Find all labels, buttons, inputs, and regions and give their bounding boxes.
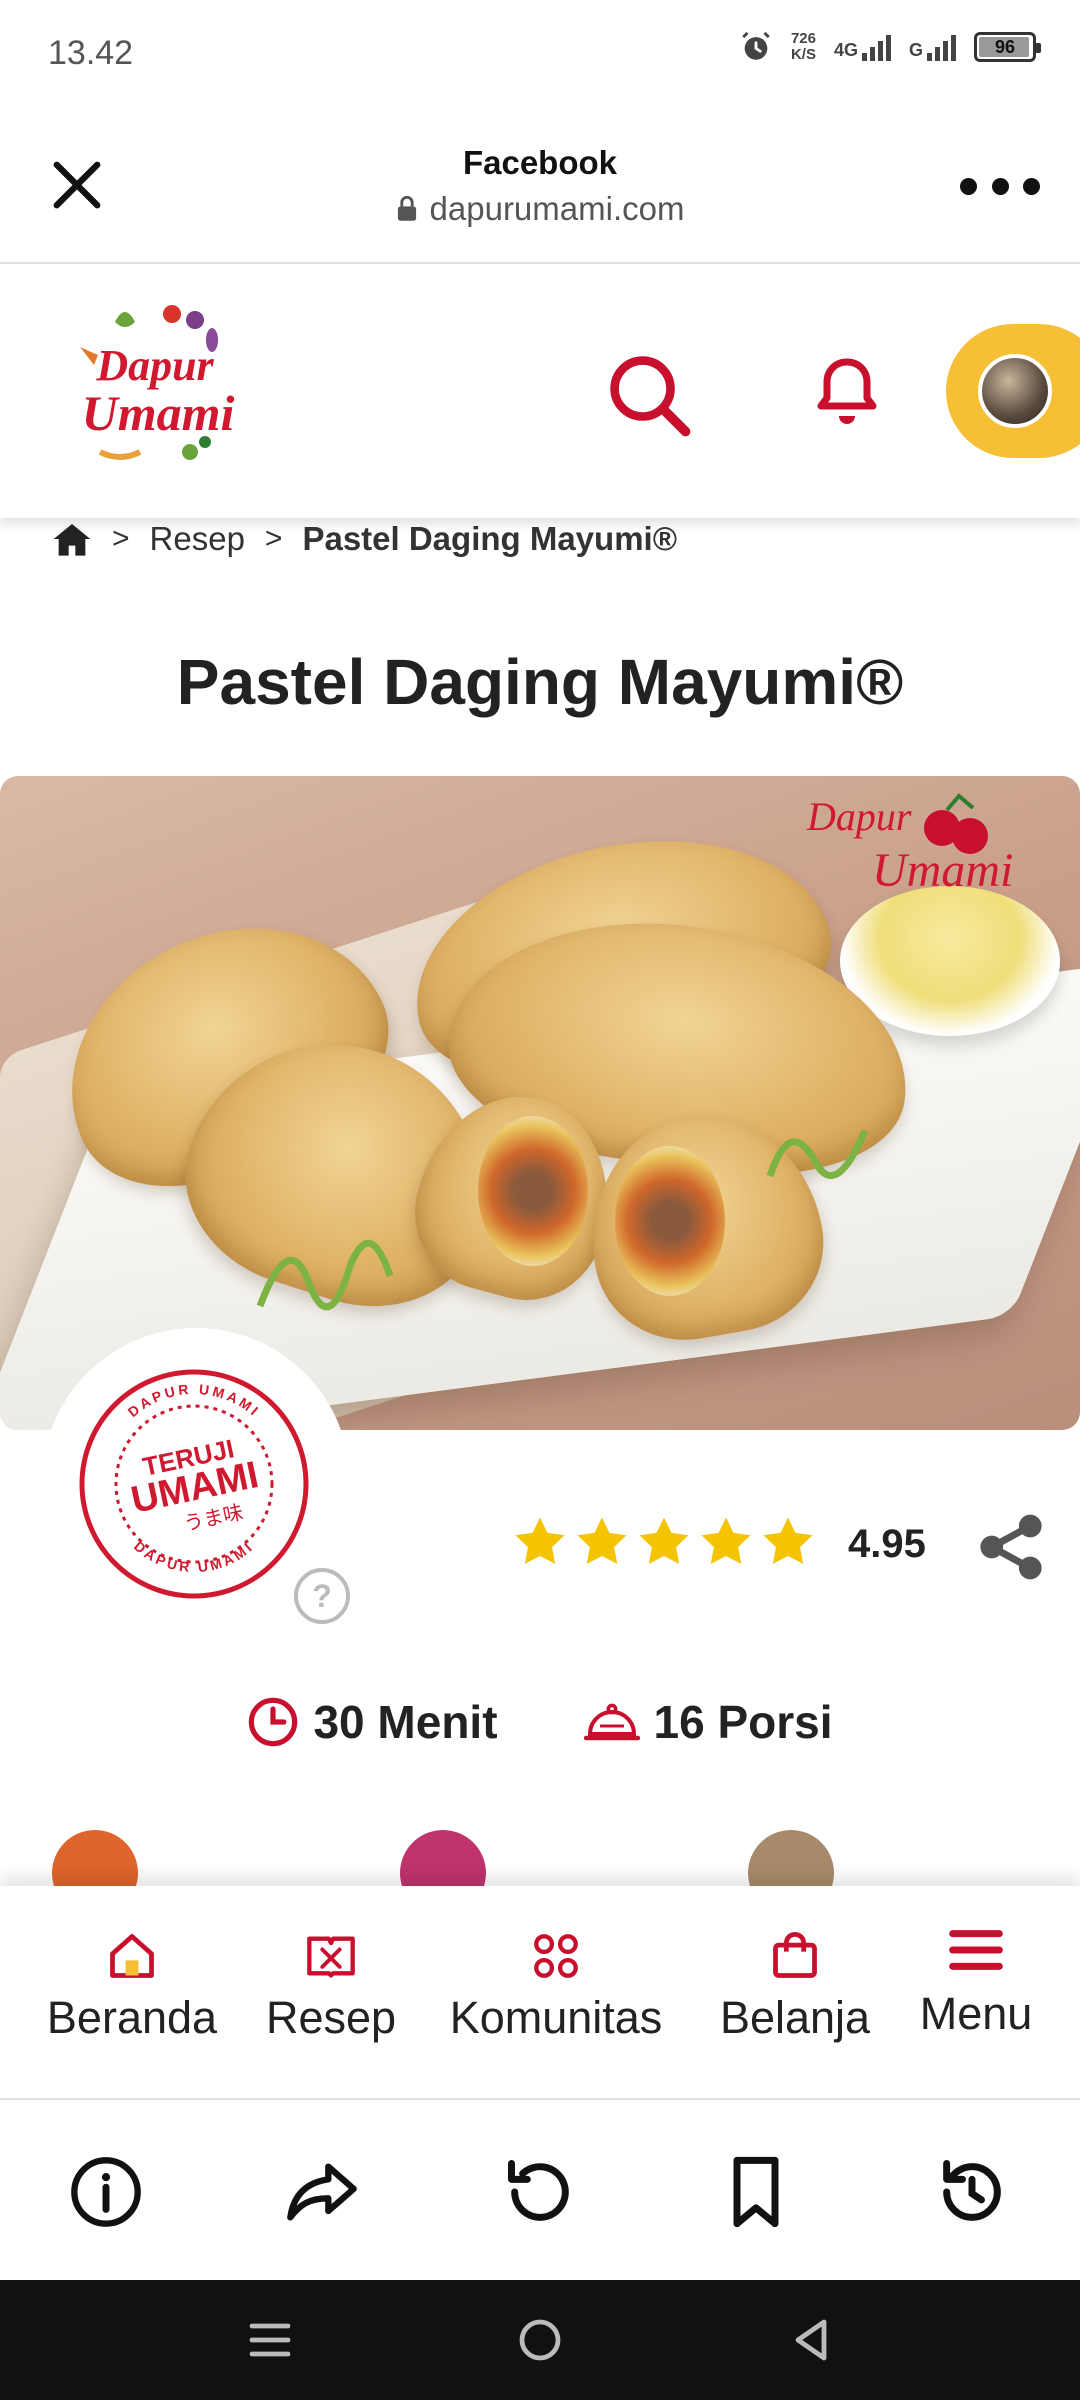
network-g-label: G — [908, 40, 923, 60]
nav-item-menu[interactable]: Menu — [908, 1922, 1044, 2040]
cooking-time-text: 30 Menit — [313, 1696, 498, 1748]
grain-icon[interactable] — [748, 1830, 834, 1890]
browser-toolbar — [0, 2100, 1080, 2280]
history-icon[interactable] — [934, 2154, 1010, 2230]
hamburger-menu-icon — [949, 1930, 1003, 1970]
dapur-umami-watermark-logo: Dapur Umami — [806, 793, 1013, 897]
back-triangle-icon[interactable] — [786, 2316, 834, 2364]
more-options-button[interactable] — [960, 166, 1040, 206]
rating-stars[interactable] — [512, 1514, 816, 1570]
more-dot-icon — [991, 177, 1009, 195]
portions: 16 Porsi — [583, 1695, 833, 1749]
signal-4g: 4G — [834, 33, 891, 61]
profile-button[interactable] — [946, 324, 1080, 458]
recipe-book-icon — [307, 1936, 355, 1978]
breadcrumb-current: Pastel Daging Mayumi® — [302, 520, 678, 557]
bottom-navigation: Beranda Resep Komunitas Belanja Menu — [0, 1886, 1080, 2100]
nav-label-komunitas: Komunitas — [449, 1992, 663, 2043]
dapur-umami-logo[interactable]: Dapur Umami — [60, 292, 250, 482]
nav-item-resep[interactable]: Resep — [256, 1930, 406, 2044]
star-icon[interactable] — [512, 1514, 568, 1570]
cooking-time: 30 Menit — [247, 1695, 498, 1749]
more-dot-icon — [960, 177, 977, 195]
breadcrumb-separator: > — [264, 522, 283, 555]
shopping-bag-icon — [773, 1931, 817, 1978]
avatar — [978, 354, 1052, 428]
speed-value: 726 — [790, 30, 816, 47]
search-icon[interactable] — [606, 352, 692, 438]
page-title: Pastel Daging Mayumi® — [176, 646, 904, 718]
breadcrumb-link-resep[interactable]: Resep — [150, 520, 245, 558]
speed-unit: K/S — [790, 46, 816, 63]
system-navigation-bar — [0, 2280, 1080, 2400]
battery-icon: 96 — [974, 32, 1041, 62]
share-icon[interactable] — [976, 1512, 1046, 1582]
calorie-icon[interactable] — [52, 1830, 138, 1890]
alarm-icon — [742, 31, 770, 60]
more-dot-icon — [1023, 177, 1040, 195]
home-icon[interactable] — [52, 520, 92, 558]
bookmark-icon[interactable] — [718, 2154, 794, 2230]
breadcrumb: > Resep > Pastel Daging Mayumi® — [52, 514, 677, 564]
star-icon[interactable] — [574, 1514, 630, 1570]
site-header: Dapur Umami — [0, 264, 1080, 518]
watermark-line2: Umami — [872, 844, 1013, 897]
protein-icon[interactable] — [400, 1830, 486, 1890]
nav-label-resep: Resep — [265, 1992, 397, 2043]
browser-url[interactable]: dapurumami.com — [0, 190, 1080, 228]
recents-icon[interactable] — [246, 2316, 294, 2364]
star-icon[interactable] — [698, 1514, 754, 1570]
logo-text-line1: Dapur — [95, 341, 214, 390]
filling-shape — [478, 1116, 588, 1266]
signal-g: G — [909, 33, 956, 61]
status-icons: 726 K/S 4G G 96 — [739, 30, 1041, 64]
signal-bars-icon — [927, 33, 956, 61]
teruji-umami-seal: DAPUR UMAMI DAPUR UMAMI TERUJI UMAMI うま味 — [79, 1369, 309, 1599]
star-icon[interactable] — [636, 1514, 692, 1570]
nav-label-beranda: Beranda — [46, 1992, 218, 2043]
serving-dish-icon — [583, 1703, 640, 1741]
community-icon — [534, 1934, 578, 1978]
home-circle-icon[interactable] — [516, 2316, 564, 2364]
nav-label-menu: Menu — [919, 1988, 1033, 2039]
nav-label-belanja: Belanja — [719, 1992, 871, 2043]
info-icon[interactable] — [68, 2154, 144, 2230]
watermark-line1: Dapur — [806, 794, 912, 839]
battery-percent: 96 — [994, 36, 1016, 57]
url-text: dapurumami.com — [429, 190, 685, 227]
scallion-garnish-shape — [256, 1240, 394, 1311]
rating-value: 4.95 — [848, 1522, 926, 1566]
lock-icon — [397, 196, 416, 221]
home-icon — [110, 1934, 154, 1978]
portions-text: 16 Porsi — [653, 1696, 833, 1748]
network-4g-label: 4G — [833, 40, 858, 60]
star-icon[interactable] — [760, 1514, 816, 1570]
breadcrumb-separator: > — [112, 522, 130, 555]
network-speed: 726 K/S — [791, 31, 816, 63]
logo-text-line2: Umami — [82, 385, 235, 441]
status-time: 13.42 — [48, 34, 134, 72]
filling-shape — [615, 1146, 725, 1296]
signal-bars-icon — [861, 33, 891, 61]
clock-icon — [249, 1697, 298, 1747]
recipe-meta: 30 Menit 16 Porsi — [0, 1695, 1080, 1749]
forward-icon[interactable] — [284, 2154, 360, 2230]
status-bar: 13.42 726 K/S 4G G 96 — [0, 0, 1080, 110]
scallion-garnish-shape — [766, 1129, 869, 1179]
nutrition-info-strip — [0, 1830, 1080, 1890]
nav-item-beranda[interactable]: Beranda — [44, 1930, 220, 2044]
notification-bell-icon[interactable] — [815, 356, 879, 428]
nav-item-komunitas[interactable]: Komunitas — [436, 1930, 676, 2044]
in-app-browser-header: Facebook dapurumami.com — [0, 110, 1080, 264]
nav-item-belanja[interactable]: Belanja — [710, 1930, 880, 2044]
help-icon[interactable]: ? — [292, 1566, 352, 1626]
refresh-icon[interactable] — [502, 2154, 578, 2230]
help-symbol: ? — [312, 1578, 332, 1614]
browser-title: Facebook — [462, 144, 618, 181]
